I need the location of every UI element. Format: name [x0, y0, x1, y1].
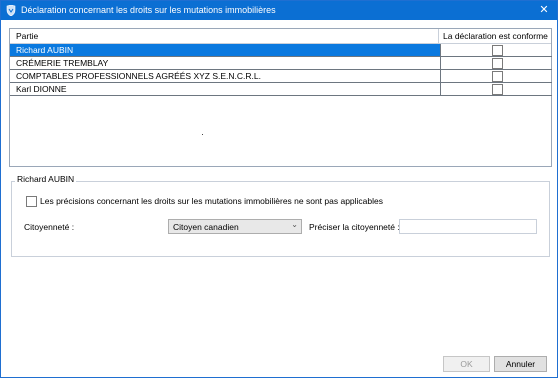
- column-separator: [438, 29, 439, 43]
- citizenship-select[interactable]: Citoyen canadien ⌄: [168, 219, 302, 234]
- ok-button[interactable]: OK: [443, 356, 490, 372]
- table-row[interactable]: COMPTABLES PROFESSIONNELS AGRÉÉS XYZ S.E…: [10, 70, 440, 83]
- table-row[interactable]: Karl DIONNE: [10, 83, 440, 96]
- party-name: COMPTABLES PROFESSIONNELS AGRÉÉS XYZ S.E…: [16, 71, 261, 81]
- table-row[interactable]: Richard AUBIN: [10, 44, 440, 57]
- group-title: Richard AUBIN: [15, 174, 77, 184]
- chevron-down-icon: ⌄: [291, 220, 298, 229]
- specify-citizenship-input[interactable]: [399, 219, 537, 234]
- party-name: CRÉMERIE TREMBLAY: [16, 58, 109, 68]
- shield-icon: [6, 5, 16, 16]
- not-applicable-label[interactable]: Les précisions concernant les droits sur…: [40, 196, 383, 206]
- conforme-cell: [440, 44, 552, 57]
- conforme-cell: [440, 83, 552, 96]
- conforme-cell: [440, 57, 552, 70]
- parties-grid: Partie La déclaration est conforme Richa…: [9, 28, 552, 167]
- title-bar: Déclaration concernant les droits sur le…: [1, 1, 557, 20]
- party-detail-group: Les précisions concernant les droits sur…: [11, 181, 550, 257]
- not-applicable-checkbox[interactable]: [26, 196, 37, 207]
- conforme-checkbox[interactable]: [492, 84, 503, 95]
- dialog-window: Déclaration concernant les droits sur le…: [0, 0, 558, 378]
- conforme-checkbox[interactable]: [492, 45, 503, 56]
- conforme-checkbox[interactable]: [492, 58, 503, 69]
- close-icon[interactable]: ✕: [537, 3, 551, 17]
- stray-dot: [202, 134, 203, 135]
- table-row[interactable]: CRÉMERIE TREMBLAY: [10, 57, 440, 70]
- citizenship-label: Citoyenneté :: [24, 222, 75, 232]
- window-title: Déclaration concernant les droits sur le…: [21, 5, 276, 15]
- conforme-cell: [440, 70, 552, 83]
- cancel-button[interactable]: Annuler: [494, 356, 547, 372]
- column-header-conforme[interactable]: La déclaration est conforme: [443, 31, 548, 41]
- party-name: Richard AUBIN: [16, 45, 74, 55]
- party-name: Karl DIONNE: [16, 84, 67, 94]
- specify-citizenship-label: Préciser la citoyenneté :: [309, 222, 400, 232]
- conforme-checkbox[interactable]: [492, 71, 503, 82]
- column-header-party[interactable]: Partie: [16, 31, 38, 41]
- grid-header: Partie La déclaration est conforme: [10, 29, 551, 44]
- citizenship-value: Citoyen canadien: [173, 222, 239, 232]
